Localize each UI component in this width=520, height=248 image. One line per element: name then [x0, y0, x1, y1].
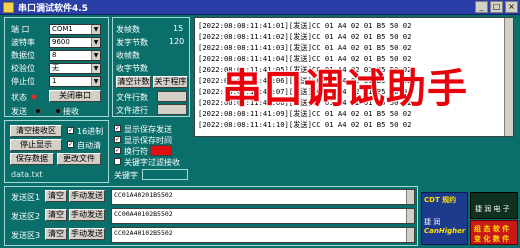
manual-send-1-button[interactable]: 手动发送 — [69, 190, 105, 202]
save-data-button[interactable]: 保存数据 — [10, 153, 54, 165]
ad-text: CDT 规约 — [424, 196, 457, 204]
overlay-title: 串口调试助手 — [221, 65, 468, 113]
clear-count-button[interactable]: 清空计数 — [116, 76, 151, 88]
port-label: 端 口 — [11, 25, 30, 34]
window-title: 串口调试软件4.5 — [18, 4, 88, 14]
newline-field[interactable] — [150, 145, 172, 156]
receive-line: [2022:08:08:11:41:03][发送]CC 01 A4 02 01 … — [198, 43, 412, 52]
stopbits-select[interactable]: 1 ▼ — [49, 76, 101, 87]
send-row-label: 发送区1 — [11, 193, 41, 202]
clear-receive-button[interactable]: 清空接收区 — [10, 125, 62, 137]
sent-frames-label: 发帧数 — [116, 25, 140, 34]
chevron-down-icon: ▼ — [91, 51, 100, 60]
software-ad-banner[interactable]: 组 态 软 件 变 化 数 件 — [470, 220, 518, 245]
send-input-2[interactable]: CC00A40102B5502 — [111, 208, 415, 224]
port-select[interactable]: COM1 ▼ — [49, 24, 101, 35]
send-led-icon — [35, 108, 41, 114]
company-ad-banner[interactable]: 捷 润 电 子 — [470, 192, 518, 219]
stopbits-label: 停止位 — [11, 77, 35, 86]
filter-checkbox[interactable] — [114, 158, 121, 165]
maximize-button[interactable]: □ — [490, 1, 503, 13]
status-label: 状态 — [11, 93, 27, 102]
app-icon — [3, 2, 14, 13]
newline-label: 换行符 — [124, 147, 148, 156]
auto-clear-checkbox[interactable]: ✓ — [67, 141, 74, 148]
keyword-label: 关键字 — [114, 171, 138, 180]
parity-label: 校验位 — [11, 64, 35, 73]
clear-send-1-button[interactable]: 清空 — [45, 190, 67, 202]
close-port-button[interactable]: 关闭串口 — [49, 90, 101, 102]
recv-led-icon — [55, 108, 61, 114]
counters-panel: 发帧数 15 发字节数 120 收帧数 收字节数 清空计数 关于程序 文件行数 … — [112, 17, 190, 117]
minimize-button[interactable]: _ — [475, 1, 488, 13]
send-input-3[interactable]: CC02A40102B5502 — [111, 227, 415, 243]
change-file-button[interactable]: 更改文件 — [57, 153, 101, 165]
clear-send-3-button[interactable]: 清空 — [45, 228, 67, 240]
chevron-down-icon: ▼ — [91, 38, 100, 47]
status-led-icon — [31, 94, 37, 100]
file-lines-field — [157, 91, 187, 102]
parity-select[interactable]: 无 ▼ — [49, 63, 101, 74]
cdt-ad-banner[interactable]: CDT 规约 捷 润 CanHigher — [421, 192, 468, 245]
send-input-1[interactable]: CC01A40201B5502 — [111, 189, 415, 205]
receive-line: [2022:08:08:11:41:10][发送]CC 01 A4 02 01 … — [198, 120, 412, 129]
recv-bytes-label: 收字节数 — [116, 64, 148, 73]
send-row-label: 发送区2 — [11, 212, 41, 221]
sent-frames-value: 15 — [173, 24, 184, 33]
clear-send-2-button[interactable]: 清空 — [45, 209, 67, 221]
ad-text: 捷 润 — [424, 218, 441, 226]
auto-clear-label: 自动清 — [77, 141, 101, 150]
port-settings-panel: 端 口 COM1 ▼ 波特率 9600 ▼ 数据位 8 ▼ 校验位 无 ▼ 停止位 1 ▼… — [4, 17, 109, 117]
title-bar: 串口调试软件4.5 _ □ × — [0, 0, 520, 15]
receive-scrollbar[interactable] — [504, 18, 513, 136]
ad-text: 组 态 软 件 — [474, 225, 510, 233]
receive-line: [2022:08:08:11:41:01][发送]CC 01 A4 02 01 … — [198, 21, 412, 30]
filename-label: data.txt — [11, 170, 43, 179]
show-send-checkbox[interactable]: ✓ — [114, 125, 121, 132]
chevron-down-icon: ▼ — [91, 77, 100, 86]
databits-label: 数据位 — [11, 51, 35, 60]
ad-text: 捷 润 电 子 — [475, 205, 510, 213]
file-lines-label: 文件行数 — [116, 93, 148, 102]
receive-line: [2022:08:08:11:41:02][发送]CC 01 A4 02 01 … — [198, 32, 412, 41]
recv-frames-label: 收帧数 — [116, 51, 140, 60]
filter-label: 关键字过滤接收 — [124, 158, 180, 167]
sent-bytes-value: 120 — [169, 37, 185, 46]
ad-text: CanHigher — [424, 227, 466, 235]
hex-label: 16进制 — [77, 127, 104, 136]
chevron-down-icon: ▼ — [91, 25, 100, 34]
sent-bytes-label: 发字节数 — [116, 38, 148, 47]
file-progress-bar — [157, 104, 187, 115]
close-window-button[interactable]: × — [505, 1, 518, 13]
ad-text: 变 化 数 件 — [474, 235, 510, 243]
newline-checkbox[interactable]: ✓ — [114, 147, 121, 154]
display-options-panel: ✓ 显示保存发送 ✓ 显示保存时间 ✓ 换行符 关键字过滤接收 关键字 — [112, 120, 190, 183]
baud-select[interactable]: 9600 ▼ — [49, 37, 101, 48]
baud-label: 波特率 — [11, 38, 35, 47]
databits-select[interactable]: 8 ▼ — [49, 50, 101, 61]
show-send-label: 显示保存发送 — [124, 125, 172, 134]
file-progress-label: 文件进行 — [116, 106, 148, 115]
manual-send-3-button[interactable]: 手动发送 — [69, 228, 105, 240]
manual-send-2-button[interactable]: 手动发送 — [69, 209, 105, 221]
receive-controls-panel: 清空接收区 ✓ 16进制 停止显示 ✓ 自动清 保存数据 更改文件 data.t… — [4, 120, 109, 183]
hex-checkbox[interactable]: ✓ — [67, 127, 74, 134]
recv-indicator-label: 接收 — [63, 107, 79, 116]
keyword-input[interactable] — [142, 169, 188, 180]
send-panel: 发送区1 清空 手动发送 CC01A40201B5502 发送区2 清空 手动发… — [4, 186, 418, 246]
show-time-checkbox[interactable]: ✓ — [114, 136, 121, 143]
about-program-button[interactable]: 关于程序 — [153, 76, 188, 88]
chevron-down-icon: ▼ — [91, 64, 100, 73]
stop-display-button[interactable]: 停止显示 — [10, 139, 62, 151]
send-indicator-label: 发送 — [11, 107, 27, 116]
send-row-label: 发送区3 — [11, 231, 41, 240]
